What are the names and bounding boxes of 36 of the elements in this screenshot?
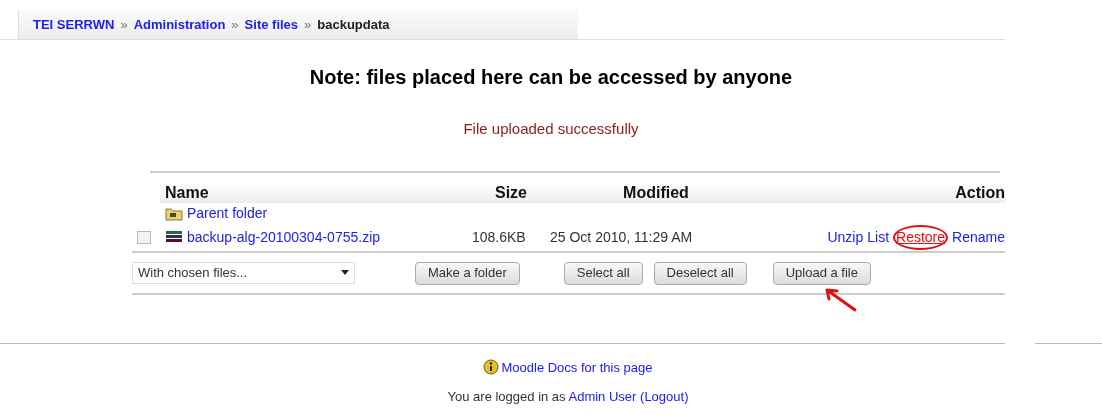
success-message: File uploaded successfully [463, 119, 639, 139]
column-header: Modified [622, 182, 690, 203]
file-size: 108.6KB [472, 227, 527, 247]
breadcrumb-current: backupdata [317, 16, 390, 35]
archive-icon [165, 230, 183, 244]
file-link[interactable]: backup-alg-20100304-0755.zip [187, 226, 381, 248]
page-title: Note: files placed here can be accessed by anyone [309, 65, 793, 90]
column-header: Action [954, 182, 1005, 203]
action-button[interactable]: Upload a file [772, 261, 871, 285]
action-button[interactable]: Select all [563, 261, 643, 285]
breadcrumb-separator: » [231, 16, 239, 35]
user-link[interactable]: Admin User [568, 389, 637, 404]
logout-link[interactable]: (Logout) [640, 389, 689, 404]
action-link[interactable]: List [867, 226, 890, 248]
breadcrumb-separator: » [304, 16, 312, 35]
action-button[interactable]: Deselect all [653, 261, 747, 285]
parent-folder-link[interactable]: Parent folder [187, 203, 268, 224]
breadcrumb-link[interactable]: TEI SERRWN [33, 15, 115, 35]
arrow-annotation [823, 286, 859, 313]
column-header: Name [164, 182, 210, 203]
login-info: You are logged in as Admin User (Logout) [447, 388, 689, 406]
folder-icon [165, 206, 183, 221]
action-link[interactable]: Unzip [827, 226, 864, 248]
breadcrumb-link[interactable]: Site files [244, 15, 299, 35]
bulk-action-select[interactable]: With chosen files... [132, 261, 355, 284]
docs-link[interactable]: Moodle Docs for this page [501, 357, 653, 377]
action-link[interactable]: Rename [952, 226, 1005, 248]
column-header: Size [494, 182, 528, 203]
action-link[interactable]: Restore [893, 224, 949, 250]
breadcrumb-separator: » [120, 16, 128, 35]
info-icon [483, 359, 500, 376]
dropdown-caret-icon [341, 270, 349, 275]
breadcrumb-link[interactable]: Administration [133, 15, 226, 35]
row-checkbox[interactable] [137, 230, 151, 244]
file-modified: 25 Oct 2010, 11:29 AM [550, 227, 694, 247]
action-button[interactable]: Make a folder [415, 261, 520, 285]
